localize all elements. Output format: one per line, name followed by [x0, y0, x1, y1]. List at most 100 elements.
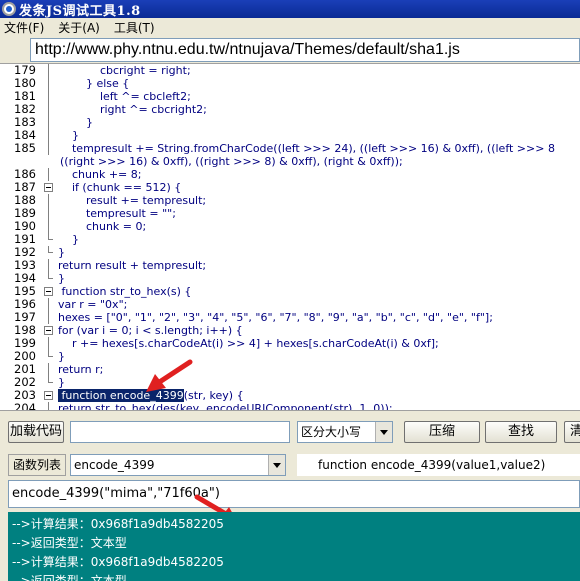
output-line: -->计算结果：0x968f1a9db4582205	[12, 555, 224, 569]
fold-gutter-line	[48, 311, 49, 324]
fold-gutter-line	[48, 77, 49, 90]
code-line: 201 return r;	[0, 363, 580, 376]
signature-box: function encode_4399(value1,value2)	[297, 454, 580, 476]
output-line: -->返回类型：文本型	[12, 574, 127, 581]
code-line: 202}	[0, 376, 580, 390]
code-text: result += tempresult;	[58, 194, 207, 207]
fold-gutter-line	[48, 168, 49, 181]
function-list-select[interactable]: encode_4399	[70, 454, 286, 476]
url-input[interactable]: http://www.phy.ntnu.edu.tw/ntnujava/Them…	[30, 38, 580, 62]
fold-toggle-icon[interactable]	[44, 183, 53, 192]
line-number: 204	[14, 401, 36, 411]
menu-tools[interactable]: 工具(T)	[114, 19, 155, 36]
code-text: ((right >>> 16) & 0xff), ((right >>> 8) …	[60, 155, 403, 168]
fold-gutter-line	[48, 220, 49, 233]
code-line: 188 result += tempresult;	[0, 194, 580, 207]
code-editor[interactable]: 179 cbcright = right; 180 } else {181 lef…	[0, 63, 580, 411]
fold-gutter-line	[48, 402, 49, 410]
code-text: tempresult += String.fromCharCode((left …	[58, 142, 555, 155]
code-text: }	[58, 233, 79, 246]
fold-end-marker	[48, 376, 53, 383]
code-line: 200}	[0, 350, 580, 364]
code-line: 203 function encode_4399(str, key) {	[0, 389, 580, 402]
code-line: 189 tempresult = "";	[0, 207, 580, 220]
code-text: right ^= cbcright2;	[58, 103, 207, 116]
code-line: ((right >>> 16) & 0xff), ((right >>> 8) …	[0, 155, 580, 168]
code-text: for (var i = 0; i < s.length; i++) {	[58, 324, 243, 337]
call-expression-input[interactable]: encode_4399("mima","71f60a")	[8, 480, 580, 508]
code-line: 186 chunk += 8;	[0, 168, 580, 181]
function-signature: function encode_4399(value1,value2)	[318, 458, 546, 472]
code-text: }	[58, 350, 65, 363]
fold-end-marker	[48, 233, 53, 240]
fold-toggle-icon[interactable]	[44, 326, 53, 335]
code-text: function encode_4399(str, key) {	[58, 389, 244, 402]
code-text: var r = "0x";	[58, 298, 128, 311]
toolbar: 加载代码 区分大小写 压缩 查找 清	[0, 420, 580, 446]
fold-end-marker	[48, 272, 53, 279]
chevron-down-icon[interactable]	[375, 422, 392, 442]
code-line: 184 }	[0, 129, 580, 142]
output-line: -->返回类型：文本型	[12, 536, 127, 550]
code-line: 198 for (var i = 0; i < s.length; i++) {	[0, 324, 580, 338]
code-line: 179 cbcright = right;	[0, 64, 580, 77]
code-text: if (chunk == 512) {	[58, 181, 182, 194]
code-text: return result + tempresult;	[58, 259, 207, 272]
code-line: 182 right ^= cbcright2;	[0, 103, 580, 116]
code-line: 185 tempresult += String.fromCharCode((l…	[0, 142, 580, 155]
code-text: return r;	[58, 363, 104, 376]
code-text: tempresult = "";	[58, 207, 176, 220]
fold-gutter-line	[48, 90, 49, 103]
menu-file[interactable]: 文件(F)	[4, 19, 44, 36]
app-icon	[2, 2, 16, 16]
code-line: 183 }	[0, 116, 580, 129]
code-text: } else {	[58, 77, 130, 90]
output-panel: -->计算结果：0x968f1a9db4582205 -->返回类型：文本型 -…	[8, 512, 580, 581]
code-line: 197 hexes = ["0", "1", "2", "3", "4", "5"…	[0, 311, 580, 324]
code-text: chunk = 0;	[58, 220, 147, 233]
fold-toggle-icon[interactable]	[44, 287, 53, 296]
fold-gutter-line	[48, 142, 49, 155]
code-text: }	[58, 129, 79, 142]
code-line: 191 }	[0, 233, 580, 247]
menu-about[interactable]: 关于(A)	[58, 19, 100, 36]
output-line: -->计算结果：0x968f1a9db4582205	[12, 517, 224, 531]
fold-gutter-line	[48, 194, 49, 207]
clear-button[interactable]: 清	[564, 421, 580, 443]
code-line: 204 return str_to_hex(des(key, encodeURIC…	[0, 401, 580, 411]
code-line: 190 chunk = 0;	[0, 220, 580, 233]
load-code-button[interactable]: 加载代码	[8, 421, 64, 443]
code-text: function str_to_hex(s) {	[58, 285, 192, 298]
window-title: 发条JS调试工具1.8	[19, 3, 141, 19]
code-line: 194}	[0, 272, 580, 286]
case-sensitive-value: 区分大小写	[301, 425, 362, 439]
code-text: cbcright = right;	[58, 64, 191, 77]
code-text-rest: (str, key) {	[183, 389, 244, 402]
code-line: 199 r += hexes[s.charCodeAt(i) >> 4] + h…	[0, 337, 580, 350]
fold-toggle-icon[interactable]	[44, 391, 53, 400]
code-text: }	[58, 272, 65, 285]
code-text: return str_to_hex(des(key, encodeURIComp…	[58, 402, 393, 411]
code-line: 193 return result + tempresult;	[0, 259, 580, 272]
fold-end-marker	[48, 350, 53, 357]
selected-code-text: function encode_4399	[58, 389, 184, 402]
function-list-value: encode_4399	[74, 458, 155, 472]
code-text: }	[58, 376, 65, 389]
title-bar: 发条JS调试工具1.8	[0, 0, 580, 19]
find-button[interactable]: 查找	[485, 421, 557, 443]
code-line: 192}	[0, 246, 580, 260]
search-input[interactable]	[70, 421, 290, 443]
compress-button[interactable]: 压缩	[404, 421, 480, 443]
chevron-down-icon[interactable]	[268, 455, 285, 475]
code-line: 196 var r = "0x";	[0, 298, 580, 311]
fold-end-marker	[48, 246, 53, 253]
menu-bar: 文件(F) 关于(A) 工具(T)	[0, 18, 580, 36]
fold-gutter-line	[48, 259, 49, 272]
code-line: 181 left ^= cbcleft2;	[0, 90, 580, 103]
fold-gutter-line	[48, 103, 49, 116]
fold-gutter-line	[48, 116, 49, 129]
code-text: chunk += 8;	[58, 168, 142, 181]
code-line: 195 function str_to_hex(s) {	[0, 285, 580, 299]
code-text: left ^= cbcleft2;	[58, 90, 191, 103]
case-sensitive-select[interactable]: 区分大小写	[297, 421, 393, 443]
